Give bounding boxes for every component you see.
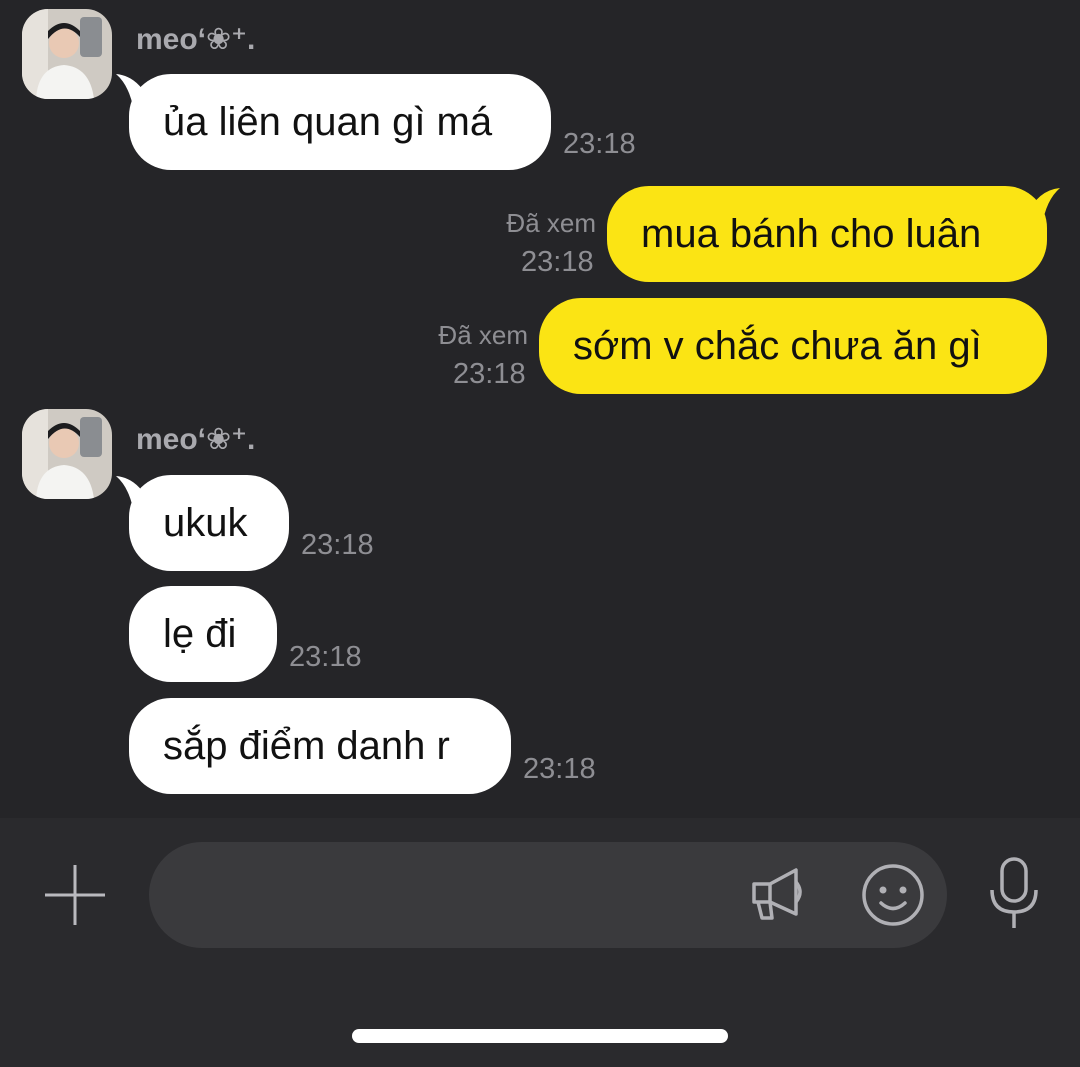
home-indicator[interactable] [352, 1029, 728, 1043]
message-bubble[interactable]: lẹ đi [129, 586, 277, 682]
smiley-icon[interactable] [860, 862, 926, 928]
message-input[interactable] [149, 842, 947, 948]
chat-screen: meo‘❀⁺. ủa liên quan gì má 23:18 Đã xem … [0, 0, 1080, 1067]
message-time: 23:18 [523, 753, 596, 785]
sender-name: meo‘❀⁺. [136, 423, 256, 456]
message-bubble[interactable]: ủa liên quan gì má [129, 74, 551, 170]
message-bubble[interactable]: mua bánh cho luân [607, 186, 1047, 282]
message-time: 23:18 [453, 358, 526, 390]
message-time: 23:18 [521, 246, 594, 278]
message-time: 23:18 [289, 641, 362, 673]
seen-status: Đã xem [438, 320, 528, 350]
plus-icon[interactable] [40, 860, 110, 930]
message-bubble[interactable]: ukuk [129, 475, 289, 571]
bubble-tail [1020, 188, 1060, 226]
message-time: 23:18 [563, 128, 636, 160]
message-time: 23:18 [301, 529, 374, 561]
message-bubble[interactable]: sớm v chắc chưa ăn gì [539, 298, 1047, 394]
seen-status: Đã xem [506, 208, 596, 238]
avatar[interactable] [22, 409, 112, 499]
microphone-icon[interactable] [988, 856, 1040, 932]
megaphone-icon[interactable] [744, 862, 808, 926]
message-bubble[interactable]: sắp điểm danh r [129, 698, 511, 794]
avatar[interactable] [22, 9, 112, 99]
sender-name: meo‘❀⁺. [136, 23, 256, 56]
